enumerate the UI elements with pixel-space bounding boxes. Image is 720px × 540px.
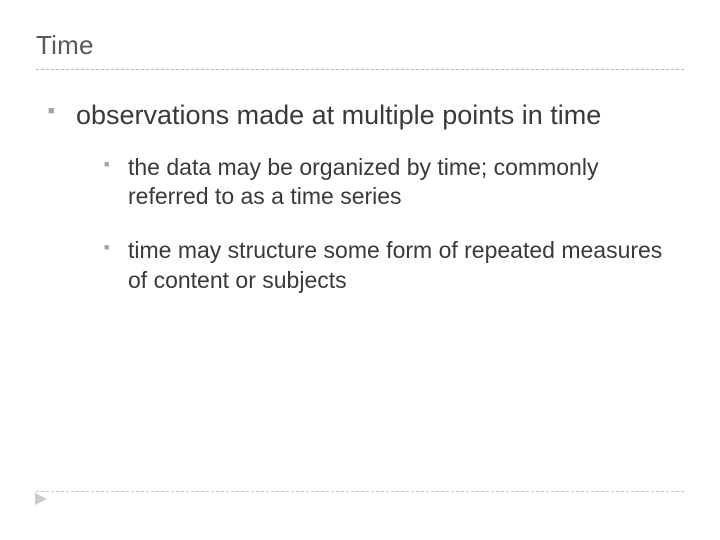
play-triangle-icon [34, 492, 48, 506]
sub-bullet: time may structure some form of repeated… [104, 236, 684, 296]
bullet-main-text: observations made at multiple points in … [76, 100, 601, 130]
sub-bullet-list: the data may be organized by time; commo… [76, 153, 684, 297]
title-divider [36, 69, 684, 70]
bullet-list: observations made at multiple points in … [36, 98, 684, 296]
slide-title: Time [36, 30, 684, 61]
bullet-main: observations made at multiple points in … [48, 98, 684, 296]
sub-bullet-text: time may structure some form of repeated… [128, 237, 662, 293]
slide: Time observations made at multiple point… [0, 0, 720, 540]
footer-divider [36, 491, 684, 492]
sub-bullet-text: the data may be organized by time; commo… [128, 154, 598, 210]
sub-bullet: the data may be organized by time; commo… [104, 153, 684, 213]
